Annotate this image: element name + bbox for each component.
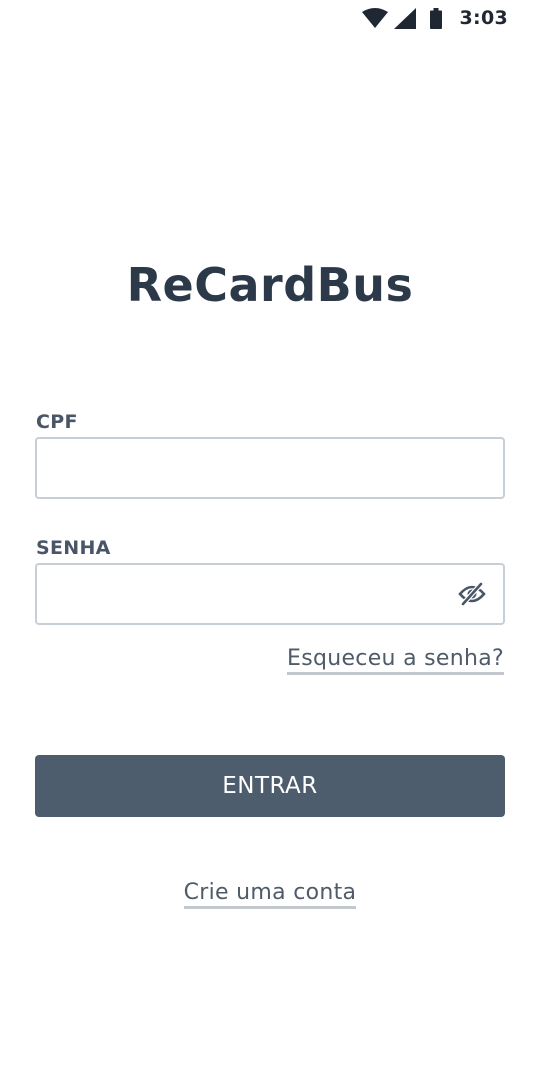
enter-button[interactable]: ENTRAR	[35, 755, 505, 817]
status-bar: 3:03	[0, 0, 540, 36]
login-screen: 3:03 ReCardBus CPF SENHA Esqueceu a senh…	[0, 0, 540, 1080]
senha-input[interactable]	[35, 563, 505, 625]
senha-label: SENHA	[36, 537, 111, 559]
eye-off-icon[interactable]	[456, 578, 488, 610]
app-title: ReCardBus	[126, 258, 414, 312]
cpf-label: CPF	[36, 411, 78, 433]
forgot-password-link[interactable]: Esqueceu a senha?	[287, 646, 504, 675]
create-account-link[interactable]: Crie uma conta	[183, 880, 357, 909]
battery-icon	[429, 7, 442, 29]
cpf-input[interactable]	[35, 437, 505, 499]
status-time: 3:03	[459, 7, 508, 29]
cell-signal-icon	[393, 7, 416, 29]
wifi-icon	[361, 8, 388, 28]
